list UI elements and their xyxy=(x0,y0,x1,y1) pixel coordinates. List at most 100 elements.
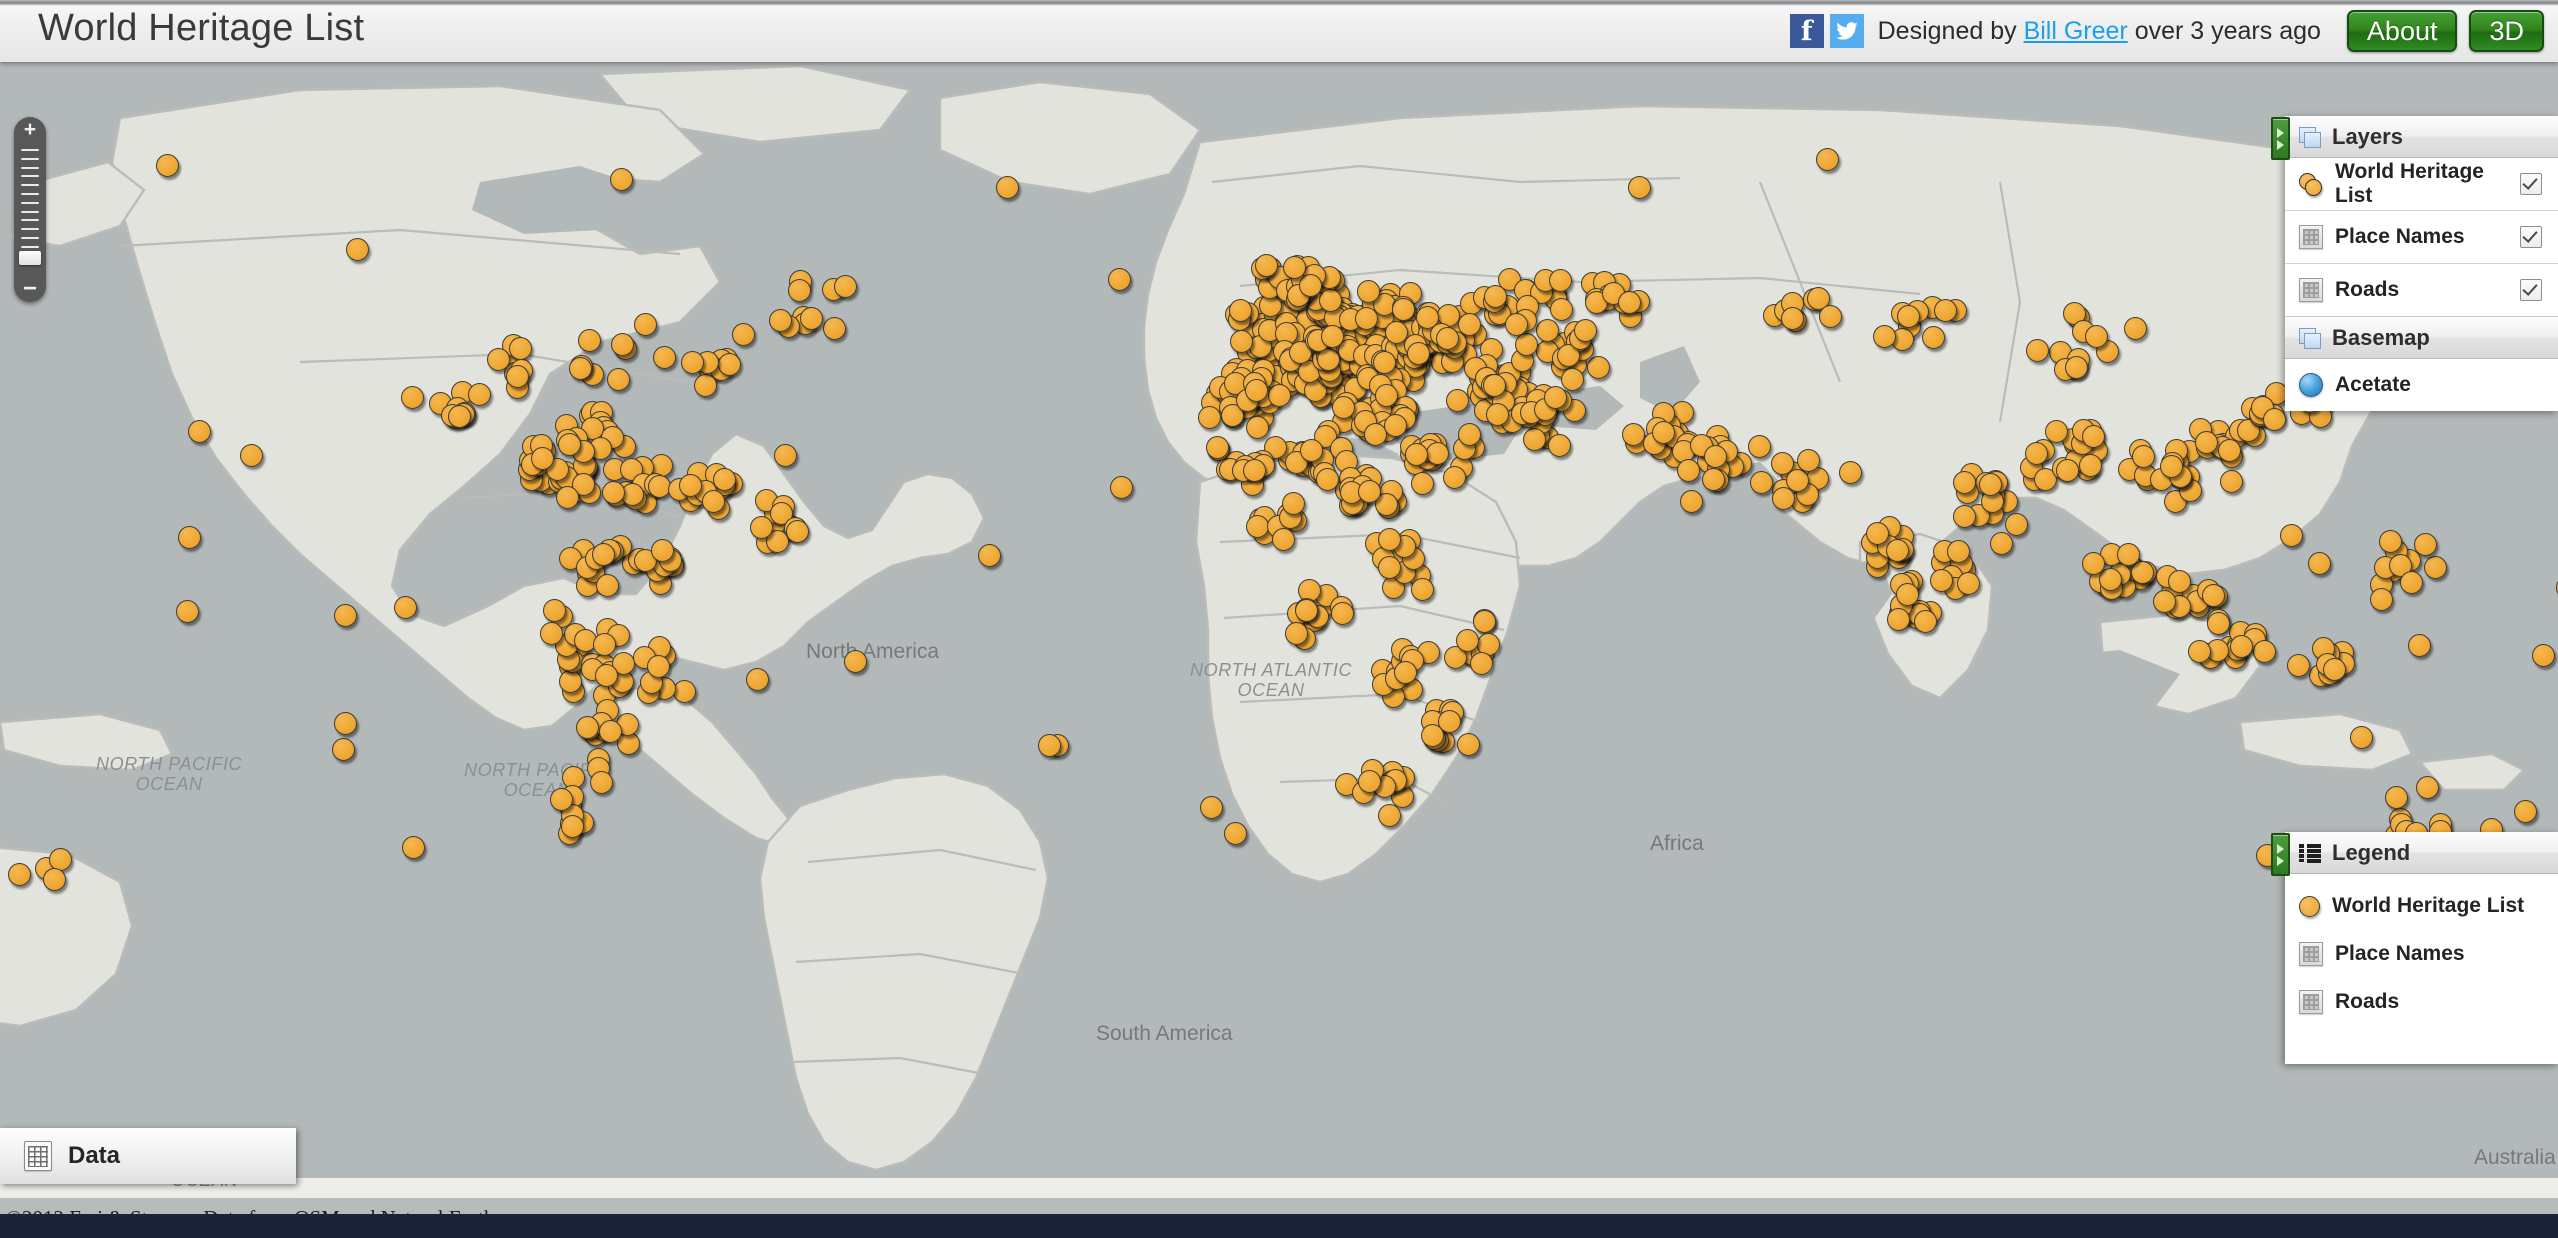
map-marker[interactable] xyxy=(650,539,674,563)
map-marker[interactable] xyxy=(1543,385,1567,409)
map-marker[interactable] xyxy=(749,515,773,539)
map-marker[interactable] xyxy=(1457,422,1481,446)
map-marker[interactable] xyxy=(1315,467,1339,491)
map-marker[interactable] xyxy=(1587,355,1611,379)
map-marker[interactable] xyxy=(1651,420,1675,444)
map-marker[interactable] xyxy=(1747,435,1771,459)
map-marker[interactable] xyxy=(717,352,741,376)
map-marker[interactable] xyxy=(2532,644,2555,667)
map-marker[interactable] xyxy=(1442,465,1466,489)
map-marker[interactable] xyxy=(2408,634,2431,657)
collapse-right-icon[interactable] xyxy=(2271,117,2290,160)
map-marker[interactable] xyxy=(2308,552,2331,575)
map-marker[interactable] xyxy=(1914,609,1938,633)
map-marker[interactable] xyxy=(1780,306,1804,330)
map-marker[interactable] xyxy=(402,836,425,859)
map-marker[interactable] xyxy=(1514,333,1538,357)
map-marker[interactable] xyxy=(2188,640,2211,663)
map-marker[interactable] xyxy=(731,322,755,346)
map-marker[interactable] xyxy=(2370,588,2393,611)
map-marker[interactable] xyxy=(1676,459,1700,483)
map-marker[interactable] xyxy=(240,444,263,467)
zoom-slider-track[interactable] xyxy=(14,143,46,275)
map-marker[interactable] xyxy=(2024,441,2048,465)
map-marker[interactable] xyxy=(2423,555,2447,579)
map-marker[interactable] xyxy=(1363,422,1387,446)
map-marker[interactable] xyxy=(1483,284,1507,308)
zoom-slider-handle[interactable] xyxy=(19,250,41,265)
map-marker[interactable] xyxy=(2201,584,2225,608)
map-marker[interactable] xyxy=(2220,470,2243,493)
map-marker[interactable] xyxy=(598,720,622,744)
map-marker[interactable] xyxy=(746,668,769,691)
about-button[interactable]: About xyxy=(2346,10,2458,52)
map-marker[interactable] xyxy=(1839,460,1863,484)
map-marker[interactable] xyxy=(2082,424,2106,448)
map-marker[interactable] xyxy=(1410,577,1434,601)
map-marker[interactable] xyxy=(1482,374,1506,398)
map-marker[interactable] xyxy=(996,176,1019,199)
map-marker[interactable] xyxy=(1703,444,1727,468)
map-marker[interactable] xyxy=(1549,298,1573,322)
map-marker[interactable] xyxy=(156,154,179,177)
map-marker[interactable] xyxy=(1375,383,1399,407)
map-marker[interactable] xyxy=(2286,653,2310,677)
map-marker[interactable] xyxy=(694,373,718,397)
map-marker[interactable] xyxy=(1979,472,2003,496)
map-marker[interactable] xyxy=(1505,313,1529,337)
map-marker[interactable] xyxy=(2514,800,2537,823)
map-marker[interactable] xyxy=(2098,568,2122,592)
map-marker[interactable] xyxy=(1895,582,1919,606)
map-marker[interactable] xyxy=(2280,524,2303,547)
map-marker[interactable] xyxy=(556,486,579,509)
map-marker[interactable] xyxy=(1110,476,1133,499)
map-marker[interactable] xyxy=(558,433,582,456)
map-marker[interactable] xyxy=(1425,441,1449,465)
map-marker[interactable] xyxy=(542,598,566,622)
map-marker[interactable] xyxy=(1358,770,1381,793)
map-marker[interactable] xyxy=(844,650,867,673)
map-marker[interactable] xyxy=(1456,628,1480,652)
map-marker[interactable] xyxy=(589,770,613,794)
map-marker[interactable] xyxy=(2159,454,2183,478)
map-marker[interactable] xyxy=(1299,273,1323,297)
map-marker[interactable] xyxy=(1108,268,1131,291)
map-marker[interactable] xyxy=(606,367,630,391)
map-marker[interactable] xyxy=(1330,601,1354,625)
layer-checkbox-place-names[interactable] xyxy=(2520,226,2542,248)
map-marker[interactable] xyxy=(1621,422,1645,446)
map-marker[interactable] xyxy=(1818,305,1842,329)
map-marker[interactable] xyxy=(346,238,369,261)
map-marker[interactable] xyxy=(2025,338,2049,362)
map-marker[interactable] xyxy=(1372,351,1396,375)
data-button[interactable]: Data xyxy=(0,1128,296,1184)
map-marker[interactable] xyxy=(1405,442,1429,466)
map-marker[interactable] xyxy=(1200,796,1223,819)
map-marker[interactable] xyxy=(652,345,676,369)
layer-row-world-heritage-list[interactable]: World Heritage List xyxy=(2285,158,2558,211)
map-marker[interactable] xyxy=(647,654,671,678)
map-marker[interactable] xyxy=(1224,822,1247,845)
map-marker[interactable] xyxy=(787,279,811,303)
facebook-icon[interactable]: f xyxy=(1789,14,1824,48)
map-marker[interactable] xyxy=(1391,297,1415,321)
map-marker[interactable] xyxy=(2399,570,2423,594)
map-marker[interactable] xyxy=(1486,402,1510,426)
three-d-button[interactable]: 3D xyxy=(2469,10,2544,52)
map-marker[interactable] xyxy=(1242,458,1266,482)
map-marker[interactable] xyxy=(1548,269,1572,293)
map-marker[interactable] xyxy=(822,316,846,340)
map-marker[interactable] xyxy=(800,306,824,330)
map-marker[interactable] xyxy=(785,519,809,543)
map-marker[interactable] xyxy=(834,274,858,298)
map-marker[interactable] xyxy=(549,787,573,811)
map-marker[interactable] xyxy=(1561,367,1585,391)
map-marker[interactable] xyxy=(1245,415,1269,439)
map-marker[interactable] xyxy=(2350,726,2373,749)
map-marker[interactable] xyxy=(2384,786,2408,809)
map-marker[interactable] xyxy=(595,573,619,597)
map-marker[interactable] xyxy=(2084,324,2108,348)
map-marker[interactable] xyxy=(569,357,593,381)
map-marker[interactable] xyxy=(1299,439,1323,463)
map-marker[interactable] xyxy=(2082,552,2105,575)
